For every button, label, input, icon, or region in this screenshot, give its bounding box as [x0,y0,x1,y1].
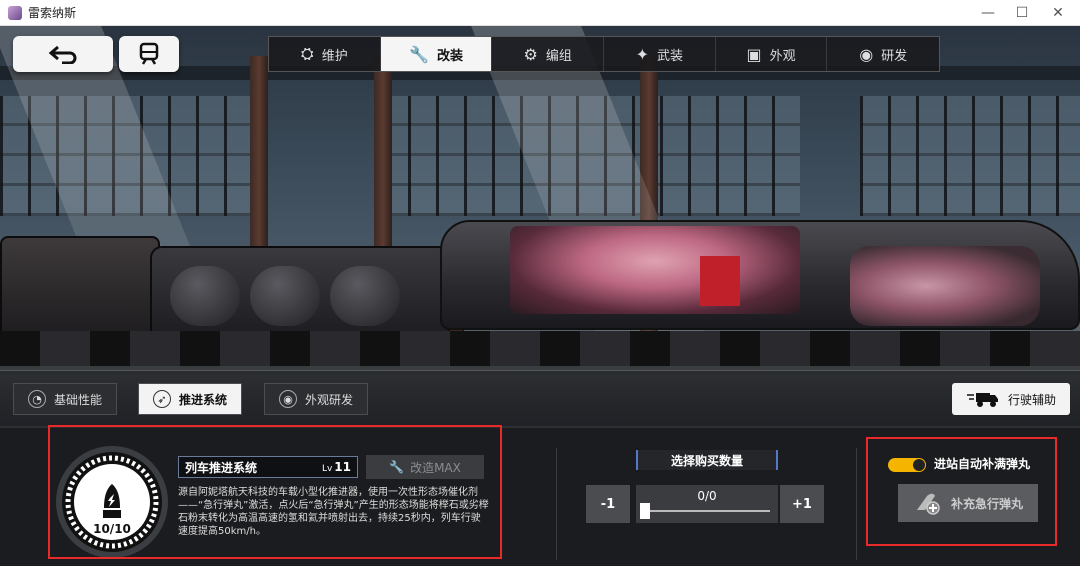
locomotive-livery-art [510,226,800,314]
purchase-quantity-title: 选择购买数量 [636,450,778,470]
truck-icon [966,393,998,407]
close-button[interactable]: ✕ [1040,0,1076,26]
maximize-button[interactable]: ☐ [1004,0,1040,26]
quantity-value: 0/0 [697,489,717,503]
slider-track[interactable] [644,510,770,512]
subtab-label: 外观研发 [305,392,354,407]
tab-label: 编组 [545,48,572,64]
subtab-row: ◔ 基础性能 ➶ 推进系统 ◉ 外观研发 行驶辅助 [0,370,1080,426]
weapon-icon: ✦ [635,44,650,64]
panel-divider [856,448,857,560]
tab-label: 武装 [657,48,684,64]
maintenance-icon: ⛭ [300,44,314,63]
subtab-basic-performance[interactable]: ◔ 基础性能 [13,383,118,415]
increment-button[interactable]: +1 [780,485,824,523]
slider-thumb[interactable] [640,503,650,519]
tab-label: 外观 [769,48,796,64]
gauge-icon: ◔ [28,390,46,408]
gear-icon: ⚙ [523,44,538,64]
quantity-slider[interactable]: 0/0 [636,485,778,523]
back-arrow-icon [48,45,77,64]
engine-cylinder [330,266,400,326]
subtab-label: 推进系统 [179,392,228,407]
tab-label: 维护 [321,48,348,64]
livery-red-stripe [700,256,740,306]
train-view-button[interactable] [119,36,179,72]
train-model[interactable] [0,206,1080,396]
panel-divider [556,448,557,560]
subtab-label: 基础性能 [54,392,103,407]
driving-assist-label: 行驶辅助 [1007,392,1056,407]
appearance-icon: ▣ [746,44,762,64]
engine-cylinder [250,266,320,326]
window-title: 雷索纳斯 [28,6,77,20]
highlight-box-system [48,425,502,559]
minimize-button[interactable]: — [970,0,1006,26]
back-button[interactable] [13,36,113,72]
hangar-window [860,96,1080,216]
tab-appearance[interactable]: ▣ 外观 [716,37,828,71]
tab-label: 改装 [436,48,463,64]
subtab-propulsion[interactable]: ➶ 推进系统 [138,383,243,415]
tab-research[interactable]: ◉ 研发 [827,37,939,71]
wrench-icon: 🔧 [409,44,429,64]
research-icon: ◉ [279,390,297,408]
main-tab-bar: ⛭ 维护 🔧 改装 ⚙ 编组 ✦ 武装 ▣ 外观 ◉ 研发 [268,36,940,72]
highlight-box-refill [866,437,1057,546]
rocket-icon: ➶ [153,390,171,408]
train-car [0,236,160,341]
tab-maintenance[interactable]: ⛭ 维护 [269,37,381,71]
tab-modify[interactable]: 🔧 改装 [380,37,493,71]
app-icon [8,5,22,20]
subtab-appearance-research[interactable]: ◉ 外观研发 [264,383,369,415]
tab-label: 研发 [881,48,908,64]
tab-weapons[interactable]: ✦ 武装 [604,37,716,71]
locomotive-livery-art [850,246,1040,326]
driving-assist-button[interactable]: 行驶辅助 [952,383,1070,415]
train-icon [139,42,159,65]
engine-cylinder [170,266,240,326]
decrement-button[interactable]: -1 [586,485,630,523]
tab-formation[interactable]: ⚙ 编组 [492,37,605,71]
train-wheels [0,331,1080,367]
research-icon: ◉ [859,44,874,64]
window-titlebar: 雷索纳斯 — ☐ ✕ [0,0,1080,26]
